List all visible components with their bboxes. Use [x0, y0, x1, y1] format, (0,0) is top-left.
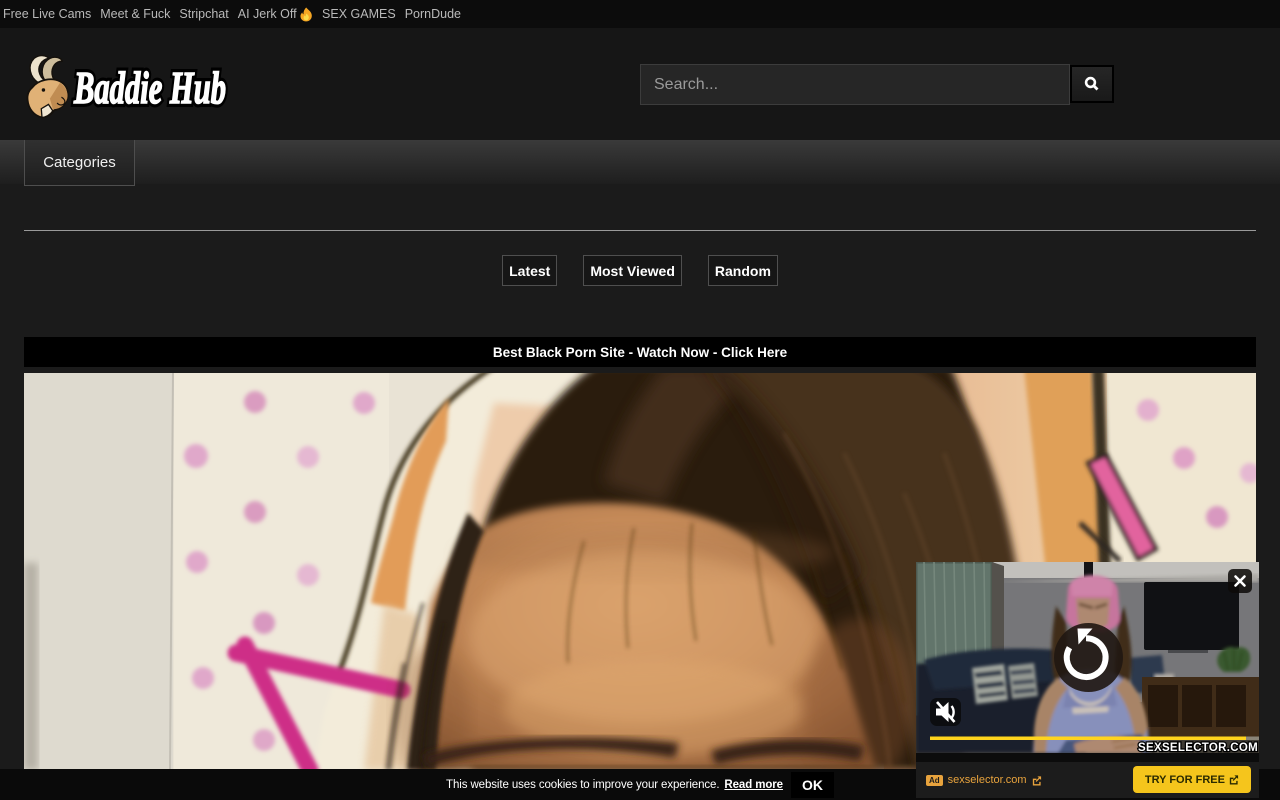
- svg-text:Baddie Hub: Baddie Hub: [73, 62, 226, 113]
- svg-text:SEXSELECTOR.COM: SEXSELECTOR.COM: [1138, 742, 1258, 753]
